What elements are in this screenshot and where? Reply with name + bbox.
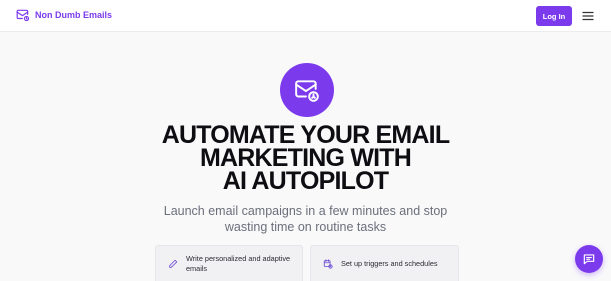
menu-button[interactable]	[582, 10, 594, 22]
brand-name: Non Dumb Emails	[35, 10, 113, 20]
chat-button[interactable]	[575, 245, 603, 273]
hamburger-menu-icon	[582, 11, 594, 21]
feature-card-triggers-schedules: Set up triggers and schedules	[310, 245, 459, 281]
pencil-icon	[169, 259, 178, 268]
feature-card-personalized-emails: Write personalized and adaptive emails	[155, 245, 303, 281]
login-button[interactable]: Log In	[536, 6, 572, 26]
feature-label: Write personalized and adaptive emails	[186, 253, 291, 273]
envelope-gear-icon	[16, 9, 30, 22]
headline-line: AI AUTOPILOT	[222, 167, 389, 195]
hero-headline: AUTOMATE YOUR EMAIL MARKETING WITH AI AU…	[100, 123, 511, 195]
calendar-clock-icon	[323, 258, 333, 269]
chat-bubble-icon	[583, 254, 595, 265]
top-navbar: Non Dumb Emails Log In	[0, 0, 611, 32]
feature-label: Set up triggers and schedules	[341, 258, 438, 268]
brand-logo-link[interactable]: Non Dumb Emails	[16, 8, 112, 22]
hero-subheadline: Launch email campaigns in a few minutes …	[163, 204, 448, 234]
envelope-gear-icon	[295, 80, 319, 102]
hero-badge	[280, 63, 334, 117]
